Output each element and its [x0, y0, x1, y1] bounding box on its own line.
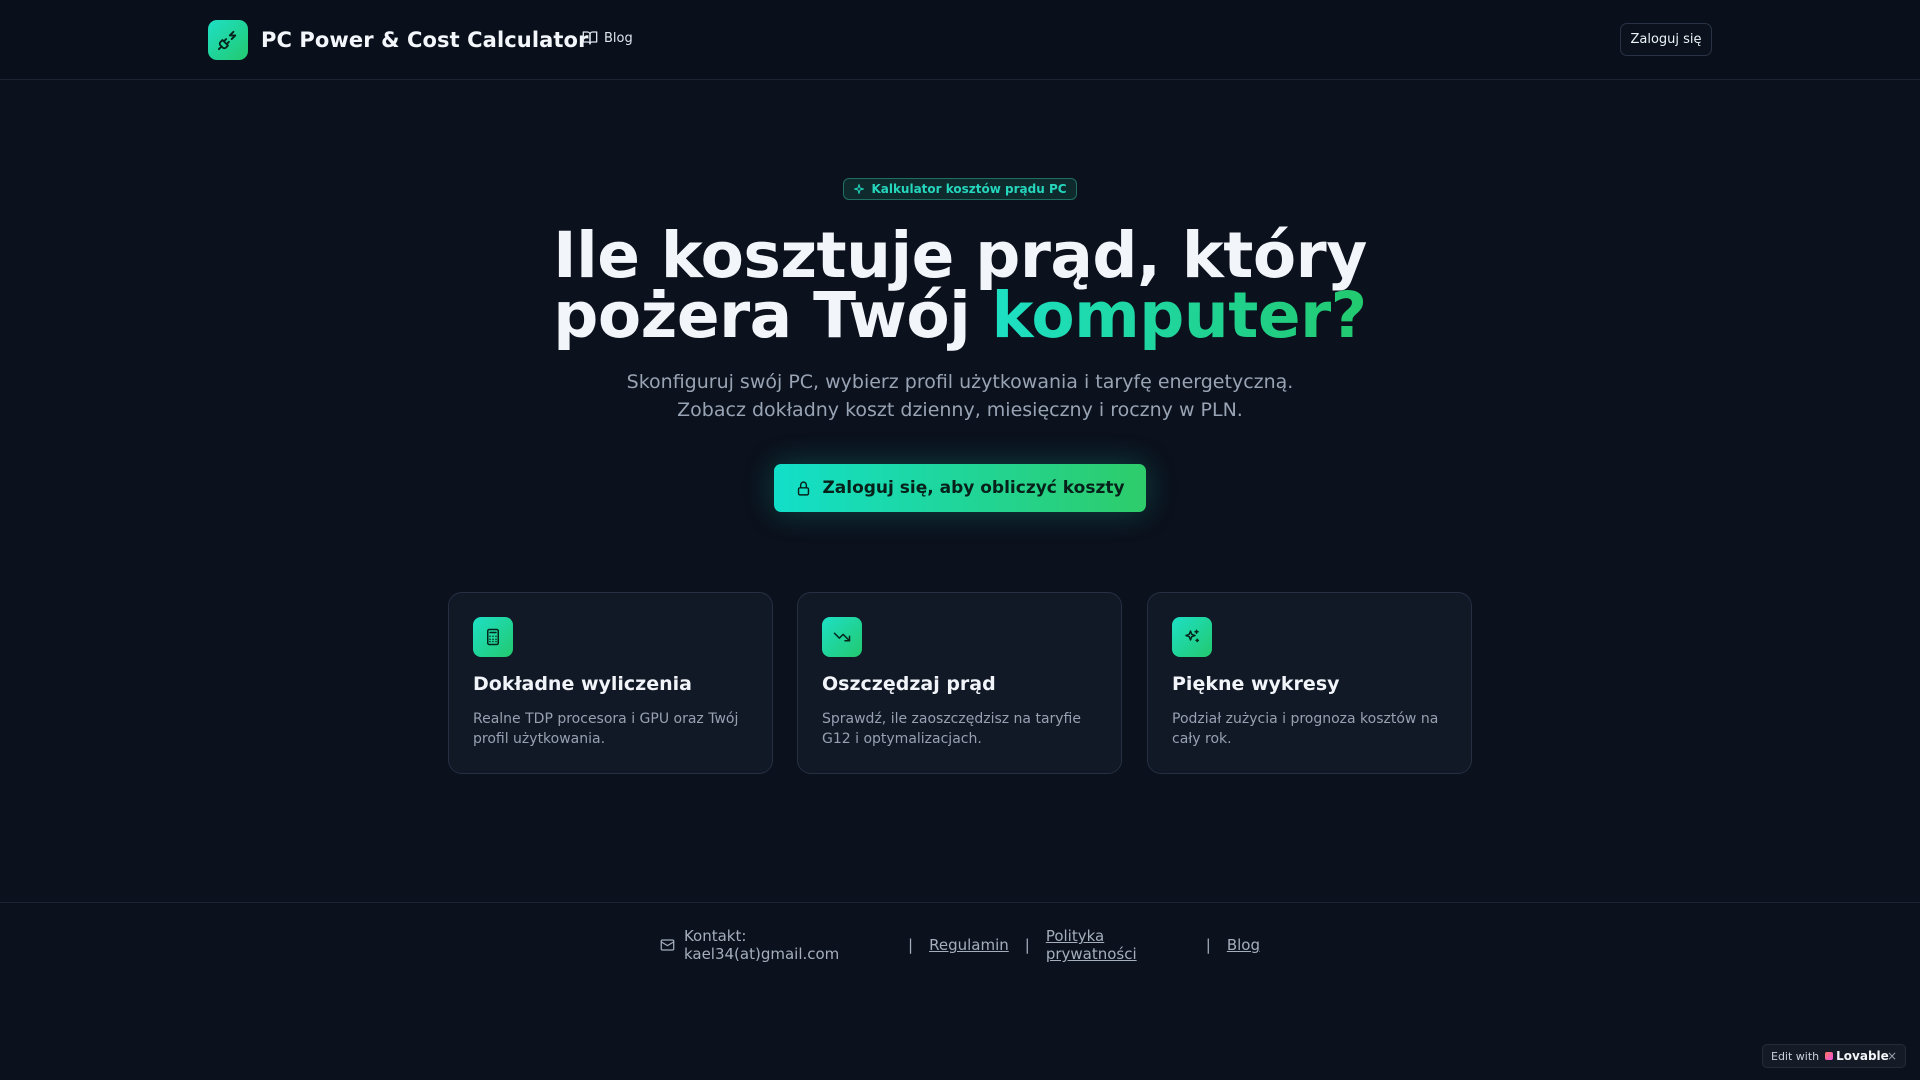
header-login-button[interactable]: Zaloguj się — [1620, 23, 1712, 56]
privacy-link[interactable]: Polityka prywatności — [1046, 927, 1190, 963]
mail-icon — [660, 939, 675, 951]
hero-subtitle-line1: Skonfiguruj swój PC, wybierz profil użyt… — [626, 371, 1294, 393]
feature-card-charts: Piękne wykresy Podział zużycia i prognoz… — [1147, 592, 1472, 774]
hero-subtitle-line2: Zobacz dokładny koszt dzienny, miesięczn… — [677, 399, 1243, 421]
brand[interactable]: PC Power & Cost Calculator — [208, 20, 589, 60]
feature-card-save: Oszczędzaj prąd Sprawdź, ile zaoszczędzi… — [797, 592, 1122, 774]
contact-email: Kontakt: kael34(at)gmail.com — [683, 927, 840, 963]
lock-icon — [798, 480, 810, 496]
cta-login-button[interactable]: Zaloguj się, aby obliczyć koszty — [774, 464, 1146, 512]
feature-description: Realne TDP procesora i GPU oraz Twój pro… — [473, 711, 739, 747]
edit-with-lovable-badge[interactable]: Edit with Lovable × — [1762, 1044, 1906, 1068]
hero-title: Ile kosztuje prąd, który pożera Twój kom… — [460, 224, 1460, 347]
sparkle-icon — [854, 184, 865, 194]
feature-title: Oszczędzaj prąd — [822, 673, 996, 695]
cta-label: Zaloguj się, aby obliczyć koszty — [822, 478, 1125, 498]
feature-title: Dokładne wyliczenia — [473, 673, 692, 695]
nav-blog-label: Blog — [604, 30, 633, 46]
footer-links: Kontakt: kael34(at)gmail.com | Regulamin… — [660, 927, 1260, 963]
footer-blog-link[interactable]: Blog — [1227, 936, 1260, 954]
feature-description: Sprawdź, ile zaoszczędzisz na taryfie G1… — [822, 711, 1081, 747]
feature-description: Podział zużycia i prognoza kosztów na ca… — [1172, 711, 1439, 747]
feature-title: Piękne wykresy — [1172, 673, 1340, 695]
plug-icon — [208, 20, 248, 60]
footer-separator: | — [908, 936, 914, 954]
nav-blog-link[interactable]: Blog — [582, 30, 633, 46]
lovable-prefix: Edit with — [1771, 1049, 1820, 1063]
footer: Kontakt: kael34(at)gmail.com | Regulamin… — [0, 902, 1920, 1080]
lovable-brand: Lovable — [1836, 1049, 1889, 1063]
trending-down-icon — [822, 617, 862, 657]
hero-subtitle: Skonfiguruj swój PC, wybierz profil użyt… — [560, 368, 1360, 424]
close-icon[interactable]: × — [1887, 1049, 1897, 1063]
lovable-logo-icon — [1825, 1052, 1834, 1060]
brand-title: PC Power & Cost Calculator — [261, 28, 589, 52]
hero-title-line2: pożera Twój — [553, 279, 992, 352]
top-navbar: PC Power & Cost Calculator Blog Zaloguj … — [0, 0, 1920, 80]
footer-separator: | — [1024, 936, 1030, 954]
hero-badge-label: Kalkulator kosztów prądu PC — [871, 182, 1067, 196]
book-open-icon — [582, 31, 598, 45]
hero-title-accent: komputer? — [991, 279, 1368, 352]
terms-link[interactable]: Regulamin — [929, 936, 1009, 954]
feature-card-accurate: Dokładne wyliczenia Realne TDP procesora… — [448, 592, 773, 774]
calculator-icon — [473, 617, 513, 657]
footer-separator: | — [1205, 936, 1211, 954]
sparkles-icon — [1172, 617, 1212, 657]
hero-badge: Kalkulator kosztów prądu PC — [843, 178, 1077, 200]
